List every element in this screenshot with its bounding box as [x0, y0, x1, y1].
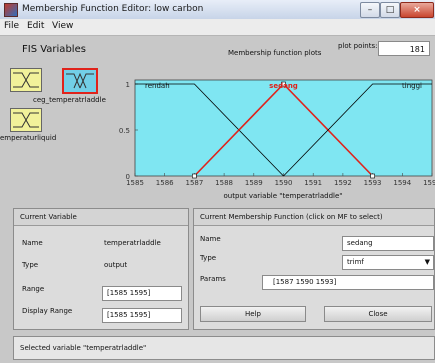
status-text: Selected variable "temperatrladdle"	[20, 344, 147, 352]
window-title: Membership Function Editor: low carbon	[22, 4, 204, 14]
display-range-label: Display Range	[22, 307, 73, 315]
x-tick-label: 1586	[156, 179, 174, 187]
mf-label-sedang[interactable]: sedang	[269, 82, 298, 90]
current-mf-panel: Current Membership Function (click on MF…	[193, 208, 435, 330]
plot-points-input[interactable]: 181	[378, 41, 430, 56]
menu-file[interactable]: File	[4, 21, 19, 31]
params-label: Params	[200, 275, 226, 283]
display-range-input[interactable]: [1585 1595]	[102, 308, 182, 323]
mf-label-tinggi[interactable]: tinggi	[402, 82, 422, 90]
variable-name-value: temperatrladdle	[104, 239, 161, 247]
current-variable-panel: Current Variable Name temperatrladdle Ty…	[13, 208, 189, 330]
mf-name-label: Name	[200, 235, 221, 243]
x-tick-label: 1592	[334, 179, 352, 187]
close-icon: ×	[413, 5, 421, 15]
menu-edit[interactable]: Edit	[27, 21, 44, 31]
x-tick-label: 1589	[245, 179, 263, 187]
plot-area	[134, 79, 433, 177]
fis-variables-heading: FIS Variables	[22, 44, 86, 55]
y-tick-label: 1	[126, 81, 130, 89]
x-axis-label: output variable "temperatrladdle"	[224, 192, 343, 200]
help-button[interactable]: Help	[200, 306, 306, 322]
x-tick-label: 1591	[304, 179, 322, 187]
matlab-app-icon	[4, 3, 18, 17]
type-label: Type	[22, 261, 39, 269]
current-variable-heading: Current Variable	[20, 213, 77, 221]
title-bar: Membership Function Editor: low carbon –…	[0, 0, 435, 20]
mf-plots-heading: Membership function plots	[228, 49, 322, 57]
maximize-button[interactable]: □	[380, 2, 400, 18]
mf-label-rendah[interactable]: rendah	[145, 82, 170, 90]
close-dialog-button[interactable]: Close	[324, 306, 432, 322]
chevron-down-icon: ▼	[424, 258, 430, 266]
x-tick-label: 1593	[364, 179, 382, 187]
close-button[interactable]: ×	[400, 2, 434, 18]
x-tick-label: 1595	[423, 179, 435, 187]
plot-points-label: plot points:	[338, 42, 378, 50]
mf-plot[interactable]: 00.51 1585 1586 1587 1588 1589 1590 1591 1592 15…	[0, 60, 435, 205]
x-tick-label: 1587	[185, 179, 203, 187]
minimize-button[interactable]: –	[360, 2, 380, 18]
mf-type-select[interactable]: trimf ▼	[342, 255, 434, 270]
menu-bar: File Edit View	[0, 19, 435, 36]
range-input[interactable]: [1585 1595]	[102, 286, 182, 301]
mf-type-label: Type	[200, 254, 217, 262]
mf-name-input[interactable]: sedang	[342, 236, 434, 251]
panel-header: Current Variable	[14, 209, 188, 226]
status-bar: Selected variable "temperatrladdle"	[13, 336, 435, 360]
range-label: Range	[22, 285, 45, 293]
variable-type-value: output	[104, 261, 128, 269]
mf-vertex-handle[interactable]	[370, 173, 375, 179]
mf-type-value: trimf	[347, 258, 364, 266]
y-tick-label: 0.5	[119, 127, 130, 135]
minimize-icon: –	[367, 5, 373, 15]
menu-view[interactable]: View	[52, 21, 73, 31]
name-label: Name	[22, 239, 43, 247]
maximize-icon: □	[385, 5, 395, 15]
x-tick-label: 1594	[393, 179, 411, 187]
params-input[interactable]: [1587 1590 1593]	[262, 275, 434, 290]
current-mf-heading: Current Membership Function (click on MF…	[200, 213, 383, 221]
mf-vertex-handle[interactable]	[192, 173, 197, 179]
x-tick-label: 1590	[275, 179, 293, 187]
x-tick-label: 1588	[215, 179, 233, 187]
panel-header: Current Membership Function (click on MF…	[194, 209, 434, 226]
x-tick-label: 1585	[126, 179, 144, 187]
